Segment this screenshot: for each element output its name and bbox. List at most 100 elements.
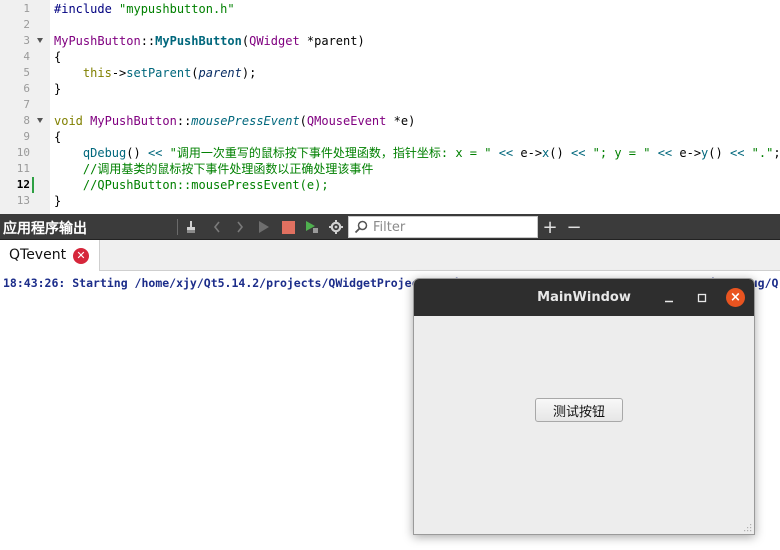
filter-field[interactable] (348, 216, 538, 238)
filter-input[interactable] (373, 219, 533, 235)
line-number: 11 (16, 162, 30, 175)
code-token: << (498, 146, 514, 160)
line-number: 6 (23, 82, 30, 95)
stop-button[interactable] (278, 217, 298, 237)
code-line[interactable]: 2 (0, 17, 780, 33)
code-line[interactable]: 5 this->setParent(parent); (0, 65, 780, 81)
code-text: { (54, 129, 61, 145)
modified-line-marker (32, 177, 34, 193)
line-number: 3 (23, 34, 30, 47)
output-toolbar: 应用程序输出 + − (0, 214, 780, 240)
code-token: MyPushButton (54, 34, 141, 48)
clean-output-button[interactable] (182, 217, 202, 237)
stop-icon (281, 220, 295, 234)
zoom-out-button[interactable]: − (564, 216, 584, 238)
code-line[interactable]: 3 MyPushButton::MyPushButton(QWidget *par… (0, 33, 780, 49)
code-token: this (82, 66, 112, 80)
close-icon: ✕ (76, 249, 86, 262)
code-token: } (54, 82, 62, 96)
window-body: 测试按钮 (414, 316, 754, 534)
code-line[interactable]: 9{ (0, 129, 780, 145)
gear-icon (329, 220, 343, 234)
code-token: //QPushButton::mousePressEvent(e); (82, 178, 329, 192)
tab-qtevent[interactable]: QTevent ✕ (0, 240, 100, 271)
chevron-right-icon (237, 221, 244, 233)
main-window[interactable]: MainWindow × 测试按钮 (413, 278, 755, 535)
maximize-button[interactable] (692, 288, 712, 308)
code-line[interactable]: 10 qDebug() << "调用一次重写的鼠标按下事件处理函数，指针坐标: … (0, 145, 780, 161)
fold-arrow-icon[interactable] (37, 118, 43, 123)
attach-debugger-button[interactable] (302, 217, 322, 237)
code-editor[interactable]: 1 #include "mypushbutton.h" 2 3 MyPushButton… (0, 0, 780, 214)
run-debug-icon (306, 221, 318, 233)
fold-arrow-icon[interactable] (37, 38, 43, 43)
code-token: e-> (672, 146, 702, 160)
search-icon (354, 220, 368, 234)
code-token: ( (191, 66, 199, 80)
maximize-icon (697, 293, 707, 303)
code-text: #include "mypushbutton.h" (54, 1, 235, 17)
code-token: qDebug (82, 146, 127, 160)
code-line[interactable]: 7 (0, 97, 780, 113)
code-token: e-> (513, 146, 543, 160)
code-token: ( (299, 114, 307, 128)
code-token: { (54, 50, 62, 64)
close-icon: × (730, 290, 741, 305)
test-button[interactable]: 测试按钮 (535, 398, 623, 422)
code-line[interactable]: 12 //QPushButton::mousePressEvent(e); (0, 177, 780, 193)
next-item-button[interactable] (230, 217, 250, 237)
window-close-button[interactable]: × (726, 288, 745, 307)
tab-label: QTevent (9, 247, 67, 263)
line-number: 12 (16, 178, 30, 191)
code-line[interactable]: 13} (0, 193, 780, 209)
minimize-button[interactable] (659, 288, 679, 308)
code-token: :: (140, 34, 156, 48)
code-line[interactable]: 8 void MyPushButton::mousePressEvent(QMou… (0, 113, 780, 129)
code-token: << (729, 146, 745, 160)
code-token: << (570, 146, 586, 160)
code-token: ); (241, 66, 257, 80)
line-number: 13 (16, 194, 30, 207)
code-text: //调用基类的鼠标按下事件处理函数以正确处理该事件 (54, 161, 373, 177)
settings-button[interactable] (326, 217, 346, 237)
line-number: 7 (23, 98, 30, 111)
code-text: MyPushButton::MyPushButton(QWidget *pare… (54, 33, 365, 49)
chevron-left-icon (213, 221, 220, 233)
code-text: void MyPushButton::mousePressEvent(QMous… (54, 113, 415, 129)
brush-icon (187, 221, 195, 233)
code-token: *e) (386, 114, 416, 128)
code-token: << (147, 146, 163, 160)
code-text: this->setParent(parent); (54, 65, 256, 81)
code-token: QWidget (249, 34, 300, 48)
output-pane-title: 应用程序输出 (3, 221, 87, 237)
code-token: ( (241, 34, 250, 48)
code-token: setParent (126, 66, 192, 80)
code-token: { (54, 130, 62, 144)
code-line[interactable]: 11 //调用基类的鼠标按下事件处理函数以正确处理该事件 (0, 161, 780, 177)
line-number: 8 (23, 114, 30, 127)
resize-grip-icon[interactable] (742, 522, 752, 532)
code-token: "; y = " (592, 146, 651, 160)
line-number: 1 (23, 2, 30, 15)
window-titlebar[interactable]: MainWindow × (414, 279, 754, 316)
code-line[interactable]: 4{ (0, 49, 780, 65)
code-token: () (549, 146, 571, 160)
code-line[interactable]: 6} (0, 81, 780, 97)
previous-item-button[interactable] (207, 217, 227, 237)
zoom-in-button[interactable]: + (540, 217, 560, 238)
minus-icon: − (566, 216, 582, 238)
rerun-button[interactable] (254, 217, 274, 237)
code-line[interactable]: 1 #include "mypushbutton.h" (0, 1, 780, 17)
code-token: mousePressEvent (191, 114, 300, 128)
code-token: void (54, 114, 83, 128)
code-token: :: (176, 114, 192, 128)
code-text: //QPushButton::mousePressEvent(e); (54, 177, 329, 193)
tab-close-button[interactable]: ✕ (73, 248, 89, 264)
